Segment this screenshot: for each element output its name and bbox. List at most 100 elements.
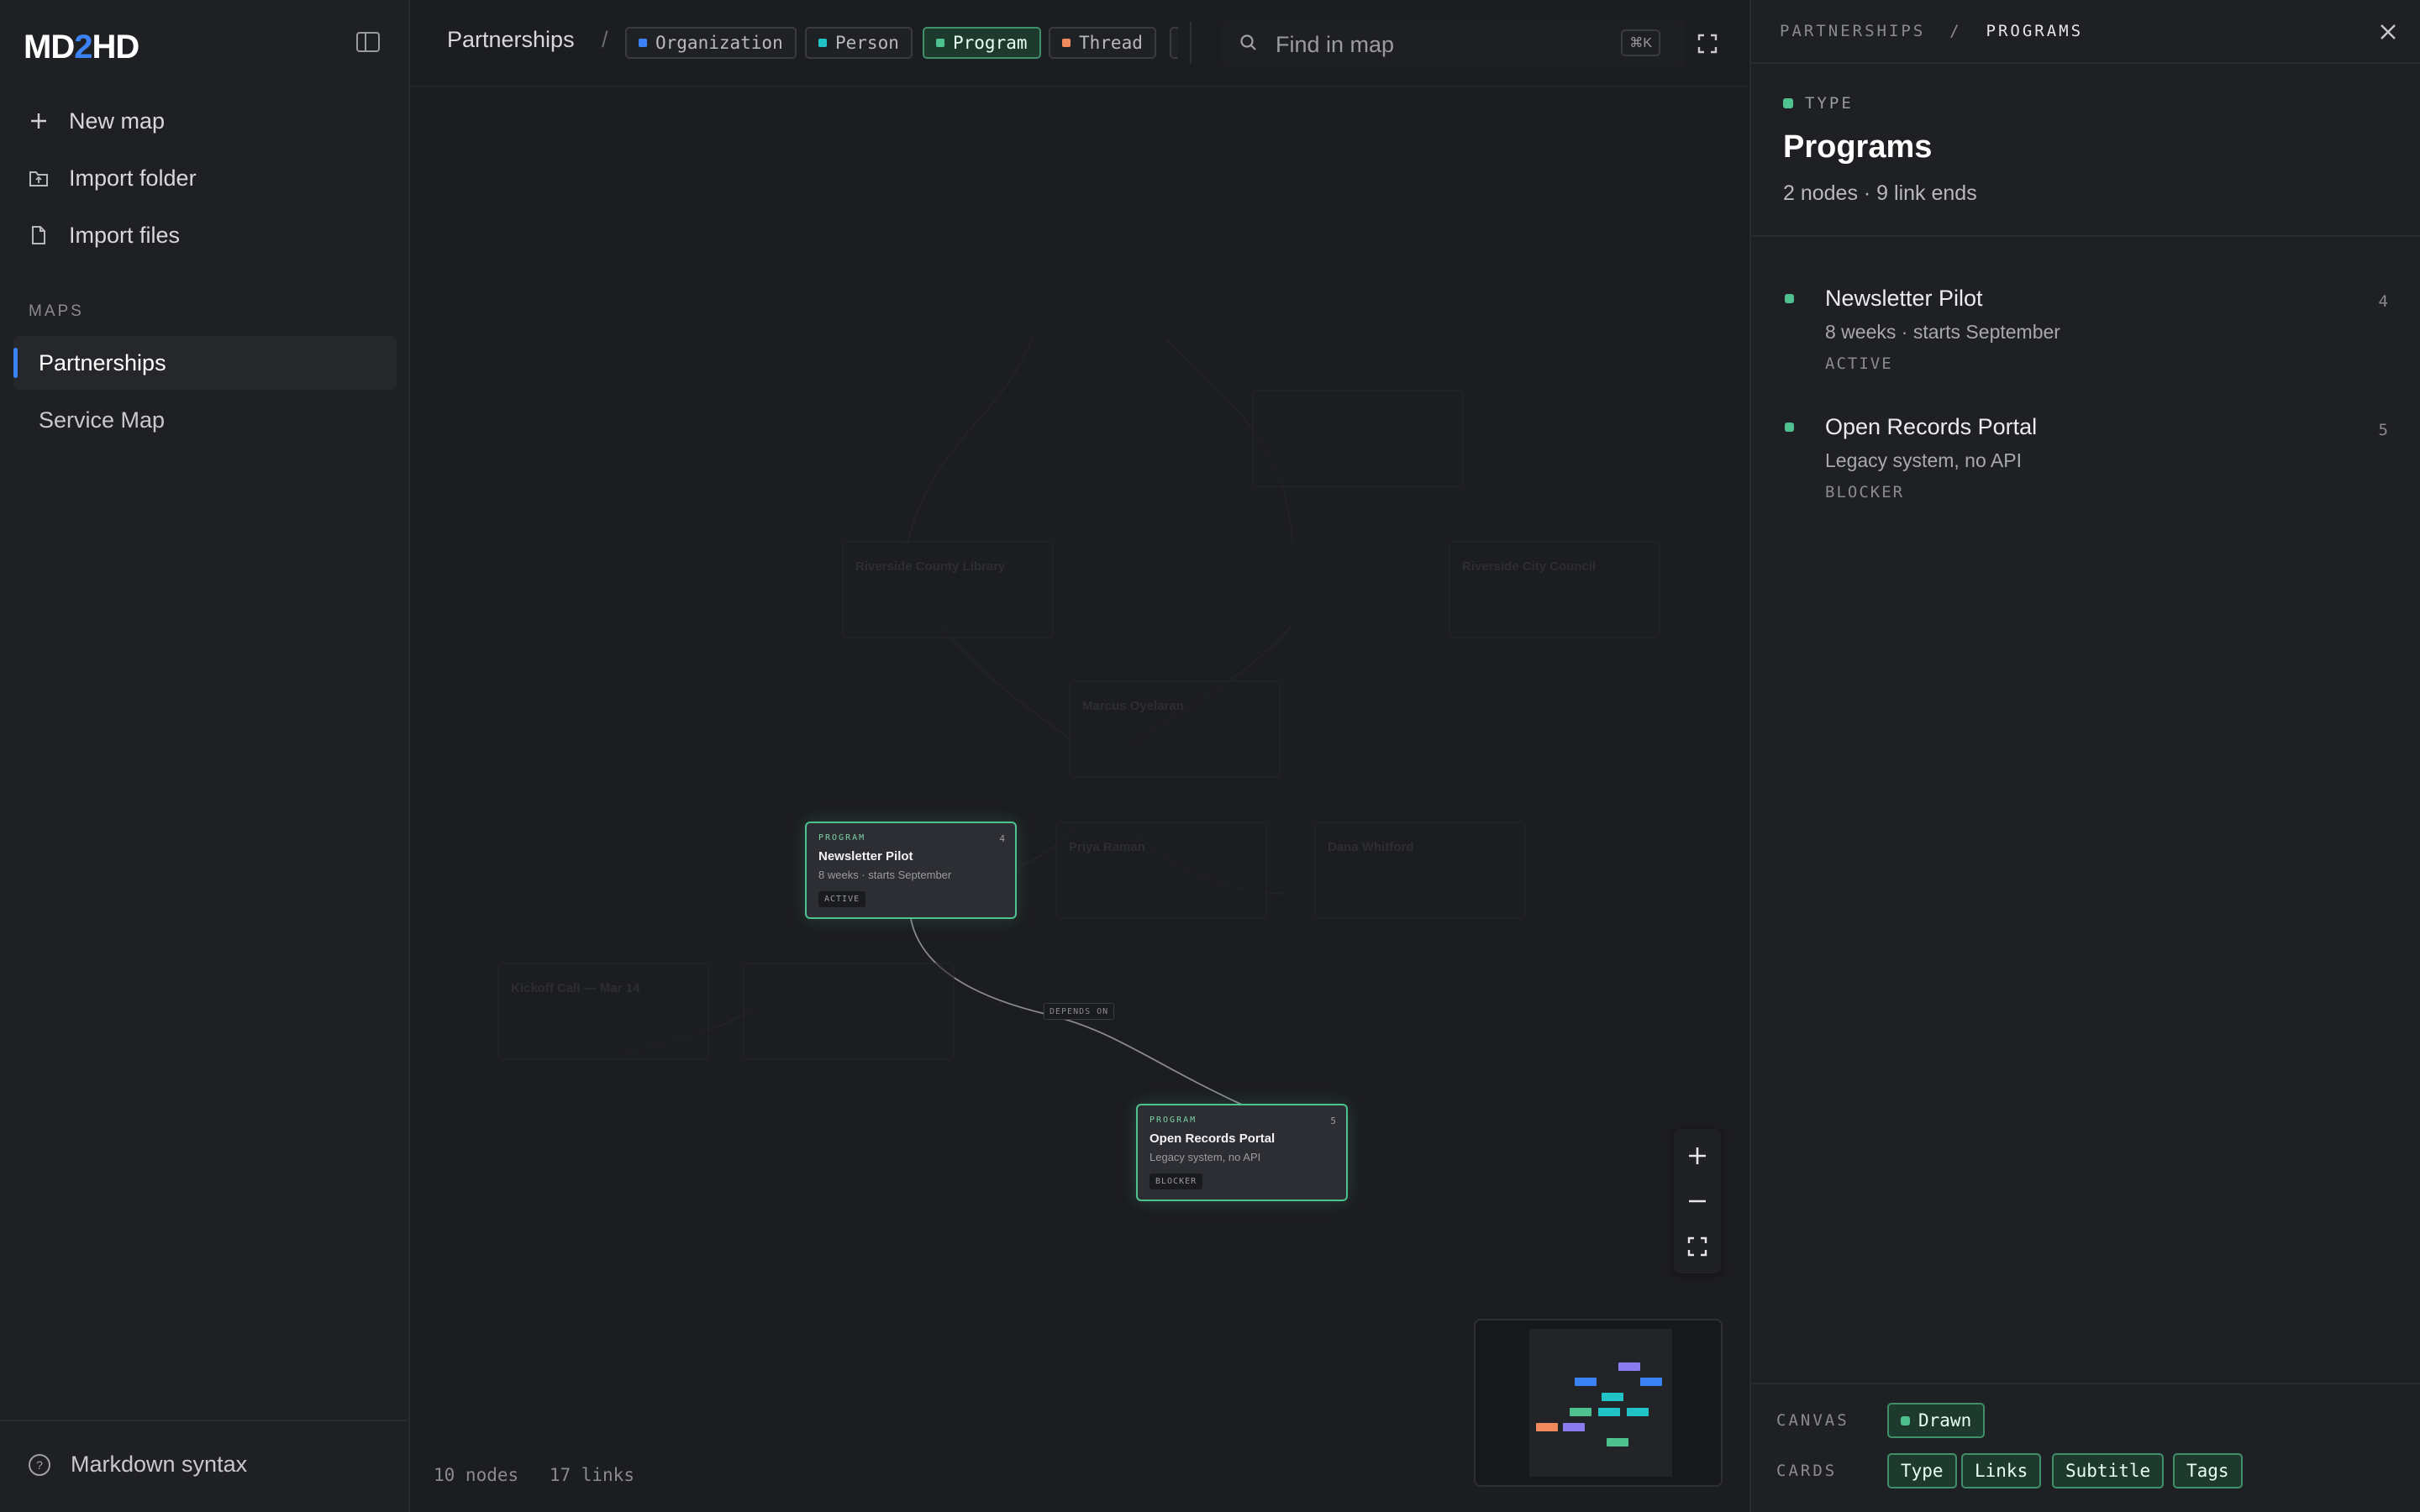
- option-label: Type: [1901, 1461, 1944, 1481]
- map-canvas[interactable]: Riverside County Library Riverside City …: [410, 87, 1748, 1512]
- canvas-stats: 10 nodes 17 links: [434, 1465, 655, 1485]
- dimmed-node[interactable]: Riverside City Council: [1449, 541, 1660, 638]
- fullscreen-icon[interactable]: [1692, 29, 1723, 59]
- cards-option-subtitle[interactable]: Subtitle: [2052, 1453, 2165, 1488]
- map-item-partnerships[interactable]: Partnerships: [13, 336, 397, 390]
- panel-divider: [1751, 235, 2420, 237]
- node-type-label: PROGRAM: [1150, 1116, 1197, 1125]
- close-icon[interactable]: [2376, 20, 2400, 44]
- file-icon: [29, 223, 49, 247]
- edge-label-depends-on[interactable]: DEPENDS ON: [1044, 1003, 1115, 1020]
- node-type-label: PROGRAM: [818, 833, 866, 843]
- search-input[interactable]: [1274, 27, 1613, 62]
- maps-heading: MAPS: [29, 302, 84, 320]
- dimmed-node[interactable]: [743, 963, 955, 1060]
- panel-crumb-current: PROGRAMS: [1986, 22, 2084, 40]
- filter-chip-label: Organization: [655, 33, 783, 53]
- canvas-option-drawn[interactable]: Drawn: [1887, 1403, 1986, 1438]
- filter-chip-person[interactable]: Person: [805, 27, 913, 59]
- dimmed-node-title: Kickoff Call — Mar 14: [511, 981, 640, 995]
- dimmed-node-title: Riverside County Library: [855, 559, 1006, 574]
- dimmed-node-title: Priya Raman: [1069, 840, 1145, 854]
- minimap-node: [1618, 1362, 1640, 1371]
- app-logo[interactable]: MD2HD: [24, 29, 139, 66]
- minimap-node: [1570, 1408, 1591, 1416]
- item-link-count: 5: [2378, 421, 2388, 439]
- markdown-syntax-label: Markdown syntax: [71, 1452, 248, 1477]
- item-title: Open Records Portal: [1825, 414, 2038, 439]
- sidebar-toggle-icon[interactable]: [356, 32, 380, 52]
- dimmed-node[interactable]: Priya Raman: [1055, 822, 1267, 919]
- zoom-controls: [1674, 1129, 1721, 1273]
- dimmed-node[interactable]: Dana Whitford: [1314, 822, 1526, 919]
- dimmed-node[interactable]: [1252, 390, 1464, 487]
- node-title: Open Records Portal: [1150, 1131, 1276, 1146]
- program-color-dot: [1901, 1415, 1910, 1425]
- dimmed-node[interactable]: Marcus Oyelaran: [1069, 680, 1281, 778]
- node-newsletter-pilot[interactable]: PROGRAM 4 Newsletter Pilot 8 weeks · sta…: [805, 822, 1017, 919]
- panel-crumb-root[interactable]: PARTNERSHIPS: [1780, 22, 1925, 40]
- minimap-viewport[interactable]: [1529, 1329, 1672, 1477]
- item-tag: BLOCKER: [1825, 483, 1905, 501]
- minimap-node: [1598, 1408, 1620, 1416]
- program-color-dot: [1783, 98, 1793, 108]
- dimmed-node[interactable]: Riverside County Library: [842, 541, 1054, 638]
- map-item-label: Partnerships: [39, 349, 166, 375]
- panel-list-item[interactable]: Newsletter Pilot 8 weeks · starts Septem…: [1783, 286, 2388, 386]
- minimap[interactable]: [1474, 1319, 1723, 1487]
- node-open-records-portal[interactable]: PROGRAM 5 Open Records Portal Legacy sys…: [1136, 1104, 1348, 1201]
- node-link-count: 5: [1330, 1116, 1336, 1126]
- sidebar-footer: ? Markdown syntax: [0, 1420, 407, 1512]
- search-icon: [1239, 33, 1259, 53]
- search-shortcut-hint: ⌘K: [1621, 29, 1660, 56]
- option-label: Drawn: [1918, 1410, 1972, 1431]
- item-subtitle: 8 weeks · starts September: [1825, 321, 2060, 343]
- map-item-label: Service Map: [39, 407, 166, 433]
- panel-title: Programs: [1783, 129, 1933, 165]
- node-count: 10 nodes: [434, 1465, 519, 1485]
- cards-option-type[interactable]: Type: [1887, 1453, 1957, 1488]
- cards-label: CARDS: [1776, 1462, 1838, 1480]
- panel-type-label: TYPE: [1783, 94, 1854, 113]
- item-link-count: 4: [2378, 292, 2388, 311]
- panel-list-item[interactable]: Open Records Portal Legacy system, no AP…: [1783, 414, 2388, 515]
- edge-layer: [619, 339, 1293, 1106]
- option-label: Tags: [2186, 1461, 2229, 1481]
- markdown-syntax-link[interactable]: ? Markdown syntax: [29, 1452, 247, 1478]
- program-color-dot: [936, 39, 944, 47]
- minimap-node: [1536, 1423, 1558, 1431]
- filter-chip-overflow[interactable]: [1170, 27, 1178, 59]
- type-label-text: TYPE: [1805, 94, 1854, 113]
- minimap-node: [1607, 1438, 1628, 1446]
- import-files-button[interactable]: Import files: [29, 218, 180, 252]
- person-color-dot: [818, 39, 827, 47]
- dimmed-node[interactable]: Kickoff Call — Mar 14: [497, 963, 709, 1060]
- minimap-node: [1627, 1408, 1649, 1416]
- panel-breadcrumb: PARTNERSHIPS / PROGRAMS: [1780, 22, 2083, 40]
- top-bar: Partnerships / Organization Person Progr…: [410, 0, 1748, 87]
- zoom-out-icon[interactable]: [1674, 1178, 1721, 1225]
- folder-icon: [29, 166, 49, 190]
- canvas-label: CANVAS: [1776, 1411, 1849, 1430]
- plus-icon: [29, 109, 49, 133]
- import-folder-button[interactable]: Import folder: [29, 161, 197, 195]
- new-map-button[interactable]: New map: [29, 104, 165, 138]
- panel-crumb-separator: /: [1949, 22, 1962, 40]
- breadcrumb-separator: /: [602, 27, 608, 52]
- minimap-node: [1563, 1423, 1585, 1431]
- node-tag: BLOCKER: [1150, 1173, 1203, 1189]
- zoom-in-icon[interactable]: [1674, 1132, 1721, 1179]
- cards-option-links[interactable]: Links: [1961, 1453, 2042, 1488]
- filter-chip-label: Person: [835, 33, 899, 53]
- map-item-service-map[interactable]: Service Map: [13, 393, 397, 447]
- filter-chip-organization[interactable]: Organization: [625, 27, 797, 59]
- program-color-dot: [1785, 294, 1794, 303]
- fit-view-icon[interactable]: [1674, 1223, 1721, 1270]
- thread-color-dot: [1062, 39, 1071, 47]
- cards-option-tags[interactable]: Tags: [2173, 1453, 2243, 1488]
- map-title[interactable]: Partnerships: [447, 27, 575, 53]
- minimap-node: [1640, 1378, 1662, 1386]
- filter-chip-thread[interactable]: Thread: [1049, 27, 1156, 59]
- filter-chip-program[interactable]: Program: [923, 27, 1041, 59]
- panel-meta: 2 nodes · 9 link ends: [1783, 181, 1977, 205]
